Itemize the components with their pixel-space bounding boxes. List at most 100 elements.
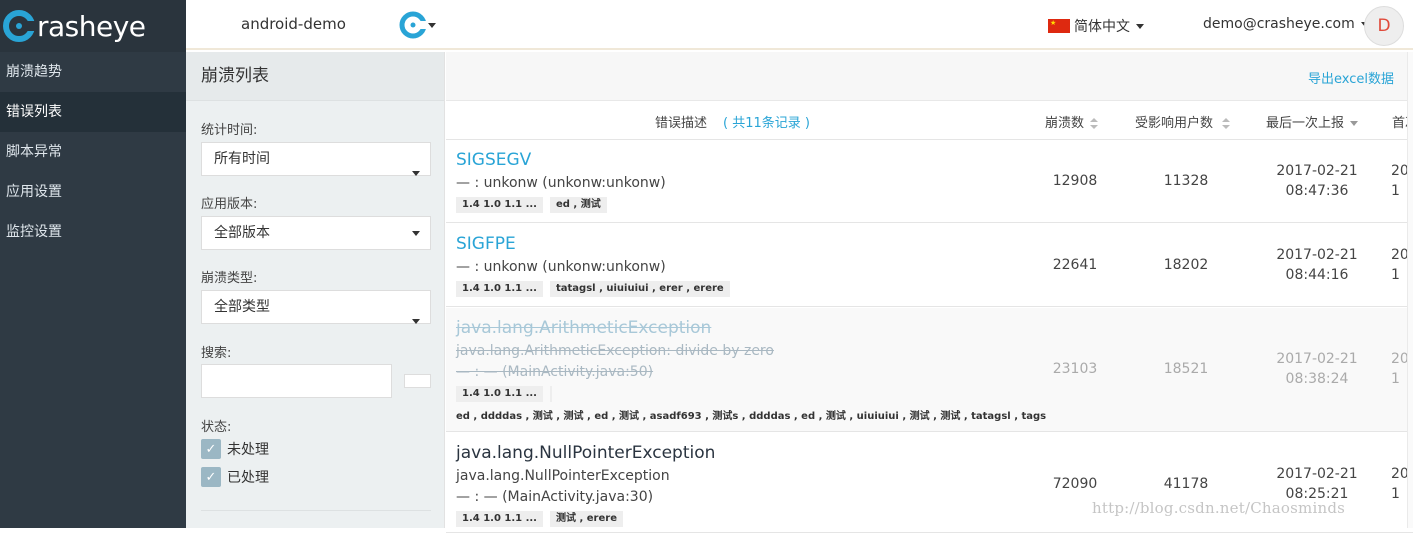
error-location: — : — (MainActivity.java:50) (456, 364, 654, 380)
last-report-date: 2017-02-21 (1276, 163, 1358, 179)
type-label: 崩溃类型: (201, 271, 258, 286)
version-label: 应用版本: (201, 197, 258, 212)
sidebar-item-script-exceptions[interactable]: 脚本异常 (0, 132, 186, 172)
crasheye-logo-icon (3, 10, 36, 42)
status-unresolved-label: 未处理 (227, 442, 269, 458)
status-resolved-checkbox[interactable]: ✓ 已处理 (201, 467, 269, 487)
version-select[interactable]: 全部版本 (201, 216, 431, 250)
panel-title: 崩溃列表 (186, 52, 444, 101)
version-tag: 1.4 1.0 1.1 ... (456, 281, 543, 297)
column-desc-label: 错误描述 (655, 116, 708, 131)
crash-count: 23103 (1052, 361, 1098, 377)
label-tags: ed , ddddas , 测试 , 测试 , ed , 测试 , asadf6… (456, 411, 1047, 422)
topbar: android-demo 简体中文 demo@crasheye.com D (186, 0, 1413, 50)
record-count: ( 共11条记录 ) (723, 116, 810, 131)
error-location: — : unkonw (unkonw:unkonw) (456, 175, 666, 191)
error-location: — : unkonw (unkonw:unkonw) (456, 259, 666, 275)
affected-users: 18202 (1163, 257, 1209, 273)
column-header-description: 错误描述 ( 共11条记录 ) (655, 112, 810, 131)
user-email: demo@crasheye.com (1203, 16, 1355, 32)
table-row[interactable]: SIGSEGV — : unkonw (unkonw:unkonw) 1.4 1… (446, 140, 1413, 223)
search-button[interactable] (404, 374, 431, 388)
affected-users: 18521 (1163, 361, 1209, 377)
crash-count: 12908 (1052, 173, 1098, 189)
app-name[interactable]: android-demo (241, 15, 346, 33)
main-content: 导出excel数据 错误描述 ( 共11条记录 ) 崩溃数 受影响用户数 最后一次… (446, 52, 1413, 533)
last-report-date: 2017-02-21 (1276, 351, 1358, 367)
avatar[interactable]: D (1364, 6, 1404, 46)
sort-icon (1090, 117, 1099, 130)
crash-count: 72090 (1052, 476, 1098, 492)
sidebar: rasheye 崩溃趋势 错误列表 脚本异常 应用设置 监控设置 (0, 0, 186, 528)
last-report-time: 2017-02-21 08:47:36 (1266, 161, 1368, 201)
time-select[interactable]: 所有时间 (201, 142, 431, 176)
column-users-label: 受影响用户数 (1135, 116, 1214, 131)
check-icon: ✓ (201, 439, 221, 459)
sort-desc-icon (1350, 121, 1359, 126)
column-header-users[interactable]: 受影响用户数 (1135, 112, 1231, 131)
label-tags: tatagsl , uiuiuiui , erer , erere (550, 281, 730, 297)
last-report-date: 2017-02-21 (1276, 466, 1358, 482)
app-logo-icon (399, 11, 428, 39)
language-label: 简体中文 (1074, 19, 1130, 35)
table-row[interactable]: SIGFPE — : unkonw (unkonw:unkonw) 1.4 1.… (446, 224, 1413, 307)
error-title-link[interactable]: SIGSEGV (456, 150, 531, 170)
type-select-value: 全部类型 (214, 299, 270, 315)
sidebar-item-app-settings[interactable]: 应用设置 (0, 172, 186, 212)
language-selector[interactable]: 简体中文 (1048, 16, 1144, 36)
filter-panel: 崩溃列表 统计时间: 所有时间 应用版本: 全部版本 崩溃类型: 全部类型 搜索… (186, 52, 445, 528)
error-message: java.lang.ArithmeticException: divide by… (456, 343, 774, 359)
check-icon: ✓ (201, 467, 221, 487)
chevron-down-icon (412, 231, 420, 236)
error-title-link[interactable]: java.lang.ArithmeticException (456, 318, 711, 338)
last-report-clock: 08:47:36 (1285, 183, 1349, 199)
crash-count: 22641 (1052, 257, 1098, 273)
error-message: java.lang.NullPointerException (456, 468, 670, 484)
error-title-link[interactable]: java.lang.NullPointerException (456, 443, 715, 463)
status-resolved-label: 已处理 (227, 470, 269, 486)
column-header-crashes[interactable]: 崩溃数 (1045, 112, 1099, 131)
sidebar-item-monitor-settings[interactable]: 监控设置 (0, 212, 186, 252)
table-row[interactable]: java.lang.NullPointerException java.lang… (446, 433, 1413, 533)
sidebar-item-crash-trend[interactable]: 崩溃趋势 (0, 52, 186, 92)
label-tags: 测试 , erere (550, 511, 623, 527)
divider (201, 510, 431, 511)
chevron-down-icon (412, 171, 420, 176)
scrollbar[interactable] (1407, 52, 1413, 528)
main-header: 导出excel数据 (446, 52, 1413, 101)
column-crashes-label: 崩溃数 (1045, 116, 1085, 131)
time-label: 统计时间: (201, 123, 258, 138)
error-location: — : — (MainActivity.java:30) (456, 489, 654, 505)
search-input[interactable] (201, 364, 392, 398)
user-menu[interactable]: demo@crasheye.com (1203, 16, 1369, 32)
affected-users: 11328 (1163, 173, 1209, 189)
tag-spacer (550, 386, 552, 402)
last-report-clock: 08:38:24 (1285, 371, 1349, 387)
last-report-time: 2017-02-21 08:38:24 (1266, 349, 1368, 389)
column-last-report-label: 最后一次上报 (1266, 116, 1345, 131)
sidebar-item-error-list[interactable]: 错误列表 (0, 92, 186, 132)
affected-users: 41178 (1163, 476, 1209, 492)
type-select[interactable]: 全部类型 (201, 290, 431, 324)
last-report-time: 2017-02-21 08:25:21 (1266, 464, 1368, 504)
export-excel-link[interactable]: 导出excel数据 (1308, 68, 1394, 87)
version-select-value: 全部版本 (214, 225, 270, 241)
status-label: 状态: (201, 420, 232, 435)
chevron-down-icon (412, 319, 420, 324)
error-title-link[interactable]: SIGFPE (456, 234, 516, 254)
column-header-last-report[interactable]: 最后一次上报 (1266, 112, 1359, 131)
sort-icon (1222, 117, 1231, 130)
table-row[interactable]: java.lang.ArithmeticException java.lang.… (446, 308, 1413, 432)
logo[interactable]: rasheye (0, 0, 186, 52)
version-tag: 1.4 1.0 1.1 ... (456, 511, 543, 527)
version-tag: 1.4 1.0 1.1 ... (456, 386, 543, 402)
chevron-down-icon (428, 22, 436, 28)
last-report-time: 2017-02-21 08:44:16 (1266, 245, 1368, 285)
logo-text: rasheye (37, 9, 146, 43)
watermark: http://blog.csdn.net/Chaosminds (1092, 499, 1346, 517)
time-select-value: 所有时间 (214, 151, 270, 167)
app-switcher[interactable] (398, 9, 436, 41)
label-tags: ed , 测试 (550, 197, 607, 213)
chevron-down-icon (1136, 23, 1144, 29)
status-unresolved-checkbox[interactable]: ✓ 未处理 (201, 439, 269, 459)
